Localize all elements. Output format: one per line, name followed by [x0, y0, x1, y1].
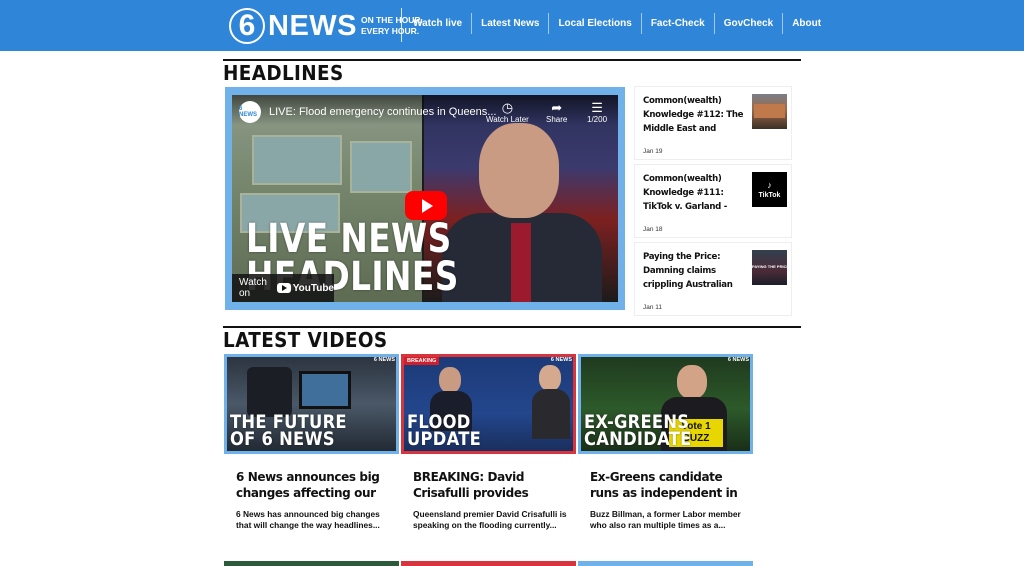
headline-item[interactable]: Common(wealth) Knowledge #112: The Middl…: [634, 86, 792, 160]
video-card-description: Queensland premier David Crisafulli is s…: [413, 509, 567, 530]
latest-videos-heading: LATEST VIDEOS: [223, 328, 388, 352]
headline-item-date: Jan 11: [643, 304, 663, 311]
nav-local-elections[interactable]: Local Elections: [549, 13, 642, 34]
thumbnail-caption-line-2: CANDIDATE: [584, 428, 692, 450]
thumbnail-caption-line-2: OF 6 NEWS: [230, 428, 335, 450]
speaker-face: [539, 365, 561, 391]
headline-item-date: Jan 19: [643, 148, 663, 155]
headline-item-title[interactable]: Common(wealth) Knowledge #111: TikTok v.…: [643, 172, 745, 214]
camera-body: [247, 367, 292, 417]
candidate-face: [677, 365, 707, 399]
overlay-line-1: LIVE NEWS: [246, 216, 452, 262]
thumbnail-badge: 6 NEWS: [727, 357, 749, 363]
thumbnail-badge: 6 NEWS: [373, 357, 395, 363]
nav-fact-check[interactable]: Fact-Check: [642, 13, 715, 34]
featured-video-player[interactable]: LIVE NEWS HEADLINES 6 NEWS LIVE: Flood e…: [225, 87, 625, 310]
youtube-logo: YouTube: [276, 282, 334, 294]
channel-avatar[interactable]: 6 NEWS: [239, 101, 261, 123]
watch-later-button[interactable]: ◷ Watch Later: [486, 100, 529, 125]
thumbnail-caption: FLOOD UPDATE: [407, 413, 482, 450]
playlist-counter: 1/200: [587, 115, 608, 124]
site-header: 6 NEWS ON THE HOUR. EVERY HOUR. Watch li…: [0, 0, 1024, 51]
watch-later-label: Watch Later: [486, 115, 529, 124]
thumbnail-caption: THE FUTURE OF 6 NEWS: [230, 413, 347, 450]
tiktok-logo-icon: ♪: [767, 180, 772, 190]
headline-item-title[interactable]: Paying the Price: Damning claims crippli…: [643, 250, 745, 292]
playlist-button[interactable]: ☰ 1/200: [587, 100, 608, 125]
video-card-description: 6 News has announced big changes that wi…: [236, 509, 380, 530]
watch-on-youtube-button[interactable]: Watch on YouTube: [232, 274, 334, 302]
building-photo-icon: [754, 104, 785, 118]
video-card[interactable]: BREAKING 6 NEWS FLOOD UPDATE BREAKING: D…: [401, 354, 576, 554]
video-card-thumbnail[interactable]: 6 NEWS THE FUTURE OF 6 NEWS: [224, 354, 399, 454]
playlist-icon: ☰: [591, 100, 603, 115]
headline-item[interactable]: Common(wealth) Knowledge #111: TikTok v.…: [634, 164, 792, 238]
site-logo[interactable]: 6 NEWS ON THE HOUR. EVERY HOUR.: [229, 8, 423, 44]
breaking-badge: BREAKING: [404, 357, 440, 365]
video-card-title[interactable]: BREAKING: David Crisafulli provides upda…: [413, 469, 573, 501]
next-video-card-edge[interactable]: [578, 561, 753, 566]
play-button[interactable]: [405, 191, 447, 220]
headline-item-date: Jan 18: [643, 226, 663, 233]
thumbnail-badge: 6 NEWS: [550, 357, 572, 363]
video-frame[interactable]: LIVE NEWS HEADLINES 6 NEWS LIVE: Flood e…: [232, 95, 618, 302]
video-card-thumbnail[interactable]: Vote 1 BUZZ 6 NEWS EX-GREENS CANDIDATE: [578, 354, 753, 454]
nav-about[interactable]: About: [783, 13, 830, 34]
nav-watch-live[interactable]: Watch live: [404, 13, 473, 34]
camera-screen: [299, 371, 351, 409]
headline-item-title[interactable]: Common(wealth) Knowledge #112: The Middl…: [643, 94, 745, 136]
logo-word: NEWS: [268, 9, 357, 42]
video-card[interactable]: 6 NEWS THE FUTURE OF 6 NEWS 6 News annou…: [224, 354, 399, 554]
headline-item[interactable]: Paying the Price: Damning claims crippli…: [634, 242, 792, 316]
video-card-title[interactable]: Ex-Greens candidate runs as independent …: [590, 469, 750, 501]
video-title[interactable]: LIVE: Flood emergency continues in Queen…: [269, 106, 496, 118]
flood-pond: [252, 135, 342, 185]
header-divider: [401, 8, 402, 42]
speaker-face: [479, 123, 559, 218]
share-icon: ➦: [551, 100, 563, 115]
logo-numeral: 6: [229, 8, 265, 44]
watch-on-label: Watch on: [239, 277, 267, 299]
youtube-play-icon: [276, 283, 291, 293]
headline-item-thumbnail[interactable]: [752, 94, 787, 129]
speaker-suit: [532, 389, 570, 439]
nav-govcheck[interactable]: GovCheck: [715, 13, 784, 34]
video-card-thumbnail[interactable]: BREAKING 6 NEWS FLOOD UPDATE: [401, 354, 576, 454]
thumbnail-caption-line-2: UPDATE: [407, 428, 482, 450]
paying-the-price-title-icon: PAYING THE PRICE: [752, 264, 787, 269]
share-button[interactable]: ➦ Share: [546, 100, 568, 125]
next-video-card-edge[interactable]: [401, 561, 576, 566]
video-card-description: Buzz Billman, a former Labor member who …: [590, 509, 741, 530]
share-label: Share: [546, 115, 568, 124]
video-card-title[interactable]: 6 News announces big changes affecting o…: [236, 469, 396, 501]
clock-icon: ◷: [501, 100, 514, 115]
speaker-face: [439, 367, 461, 393]
main-nav: Watch live Latest News Local Elections F…: [404, 13, 830, 34]
nav-latest-news[interactable]: Latest News: [472, 13, 550, 34]
speaker-tie: [511, 223, 531, 302]
flood-pond: [350, 141, 412, 193]
headline-item-thumbnail[interactable]: ♪ TikTok: [752, 172, 787, 207]
youtube-wordmark: YouTube: [292, 282, 334, 294]
headlines-heading: HEADLINES: [223, 61, 344, 85]
tiktok-wordmark-icon: TikTok: [758, 192, 781, 199]
video-card[interactable]: Vote 1 BUZZ 6 NEWS EX-GREENS CANDIDATE E…: [578, 354, 753, 554]
headline-item-thumbnail[interactable]: PAYING THE PRICE: [752, 250, 787, 285]
thumbnail-caption: EX-GREENS CANDIDATE: [584, 413, 692, 450]
next-video-card-edge[interactable]: [224, 561, 399, 566]
